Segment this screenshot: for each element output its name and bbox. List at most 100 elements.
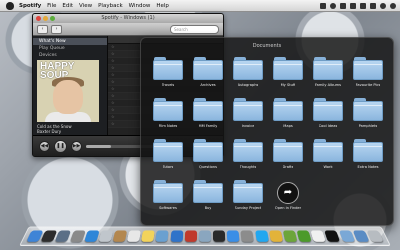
folder-item[interactable]: Softwares	[149, 179, 187, 215]
star-icon[interactable]: ☆	[111, 114, 115, 120]
terminal-icon[interactable]	[325, 230, 341, 241]
previous-button[interactable]: ◀◀	[39, 141, 50, 152]
menu-help[interactable]: Help	[156, 3, 169, 9]
folder-item[interactable]: Extra Notes	[349, 138, 387, 174]
folder-item[interactable]: Cool Ideas	[309, 97, 347, 133]
menu-app-name[interactable]: Spotify	[19, 3, 41, 9]
spotify-title-bar[interactable]: Spotify - Windows (1)	[33, 14, 223, 23]
menu-edit[interactable]: Edit	[62, 3, 73, 9]
calendar-icon[interactable]	[127, 230, 141, 241]
app-store-icon[interactable]	[227, 230, 240, 241]
folder-item[interactable]: Film Notes	[149, 97, 187, 133]
pause-button[interactable]: ❚❚	[54, 140, 67, 153]
folder-label: Autographs	[238, 83, 259, 87]
mail-icon[interactable]	[98, 230, 113, 241]
folder-item[interactable]: Family Albums	[309, 56, 347, 92]
star-icon[interactable]: ☆	[111, 107, 115, 113]
now-playing-artist[interactable]: Baxter Dury	[37, 129, 72, 134]
star-icon[interactable]: ☆	[111, 121, 115, 127]
wifi-icon[interactable]	[350, 3, 356, 9]
folder-label: Maps	[283, 124, 292, 128]
mission-control-icon[interactable]	[55, 230, 71, 241]
sidebar-item-devices[interactable]: Devices	[33, 52, 107, 59]
menu-view[interactable]: View	[79, 3, 92, 9]
launchpad-icon[interactable]	[69, 230, 85, 241]
folder-item[interactable]: Questions	[189, 138, 227, 174]
utorrent-icon[interactable]	[297, 230, 312, 241]
star-icon[interactable]: ☆	[111, 72, 115, 78]
back-button[interactable]: ‹	[37, 25, 48, 34]
folder-item[interactable]: Tutors	[149, 138, 187, 174]
folder-item[interactable]: MM Family	[189, 97, 227, 133]
folder-item[interactable]: Work	[309, 138, 347, 174]
folder-icon	[273, 57, 303, 81]
star-icon[interactable]: ☆	[111, 58, 115, 64]
skype-icon[interactable]	[255, 230, 269, 241]
user-icon[interactable]	[380, 3, 386, 9]
close-icon[interactable]	[36, 16, 41, 21]
safari-icon[interactable]	[84, 230, 100, 241]
sidebar-item-play-queue[interactable]: Play Queue	[33, 45, 107, 52]
folder-label: Buy	[205, 206, 212, 210]
folder-item[interactable]: Buy	[189, 179, 227, 215]
folder-item[interactable]: Archives	[189, 56, 227, 92]
facetime-icon[interactable]	[213, 230, 225, 241]
next-button[interactable]: ▶▶	[71, 141, 82, 152]
iphoto-icon[interactable]	[199, 230, 211, 241]
star-icon[interactable]: ☆	[111, 86, 115, 92]
time-machine-icon[interactable]	[330, 3, 336, 9]
spotify-icon[interactable]	[283, 230, 298, 241]
folder-item[interactable]: Drafts	[269, 138, 307, 174]
folder-item[interactable]: Thoughts	[229, 138, 267, 174]
folder-icon	[233, 139, 263, 163]
volume-icon[interactable]	[360, 3, 366, 9]
star-icon[interactable]: ☆	[111, 100, 115, 106]
folder-label: Extra Notes	[357, 165, 378, 169]
folder-item[interactable]: Pamphlets	[349, 97, 387, 133]
zoom-icon[interactable]	[50, 16, 55, 21]
menu-window[interactable]: Window	[129, 3, 151, 9]
folder-item[interactable]: Maps	[269, 97, 307, 133]
chrome-icon[interactable]	[269, 230, 283, 241]
spotlight-search-icon[interactable]	[390, 3, 396, 9]
folder-item[interactable]: My Stuff	[269, 56, 307, 92]
star-icon[interactable]: ☆	[111, 51, 115, 57]
documents-stack-icon[interactable]	[338, 230, 354, 241]
preview-icon[interactable]	[156, 230, 169, 241]
folder-label: Sunday Project	[235, 206, 262, 210]
folder-label: Invoice	[242, 124, 255, 128]
system-preferences-icon[interactable]	[241, 230, 254, 241]
folder-label: Softwares	[159, 206, 177, 210]
apple-menu-icon[interactable]	[6, 2, 14, 10]
album-cover[interactable]: HAPPY SOUP	[37, 60, 99, 122]
itunes-icon[interactable]	[170, 230, 183, 241]
photo-booth-icon[interactable]	[184, 230, 196, 241]
sidebar-item-whats-new[interactable]: What's New	[33, 38, 107, 45]
star-icon[interactable]: ☆	[111, 65, 115, 71]
search-input[interactable]: Search	[170, 25, 219, 34]
folder-item[interactable]: Autographs	[229, 56, 267, 92]
folder-item[interactable]: Invoice	[229, 97, 267, 133]
bluetooth-icon[interactable]	[340, 3, 346, 9]
folder-item[interactable]: Favourite Pics	[349, 56, 387, 92]
minimize-icon[interactable]	[43, 16, 48, 21]
menu-playback[interactable]: Playback	[98, 3, 123, 9]
open-in-finder-button[interactable]: ➦ Open in Finder	[269, 179, 307, 215]
dropbox-icon[interactable]	[320, 3, 326, 9]
trash-icon[interactable]	[366, 230, 383, 241]
menu-extras	[320, 3, 400, 9]
forward-button[interactable]: ›	[51, 25, 62, 34]
notes-icon[interactable]	[141, 230, 155, 241]
menu-file[interactable]: File	[47, 3, 56, 9]
textedit-icon[interactable]	[311, 230, 327, 241]
folder-icon	[193, 57, 223, 81]
menu-bar: Spotify File Edit View Playback Window H…	[0, 0, 400, 12]
folder-item[interactable]: Sunday Project	[229, 179, 267, 215]
star-icon[interactable]: ☆	[111, 44, 115, 50]
folder-item[interactable]: Travels	[149, 56, 187, 92]
folder-label: Archives	[200, 83, 215, 87]
contacts-icon[interactable]	[113, 230, 128, 241]
battery-icon[interactable]	[370, 3, 376, 9]
star-icon[interactable]: ☆	[111, 93, 115, 99]
star-icon[interactable]: ☆	[111, 79, 115, 85]
